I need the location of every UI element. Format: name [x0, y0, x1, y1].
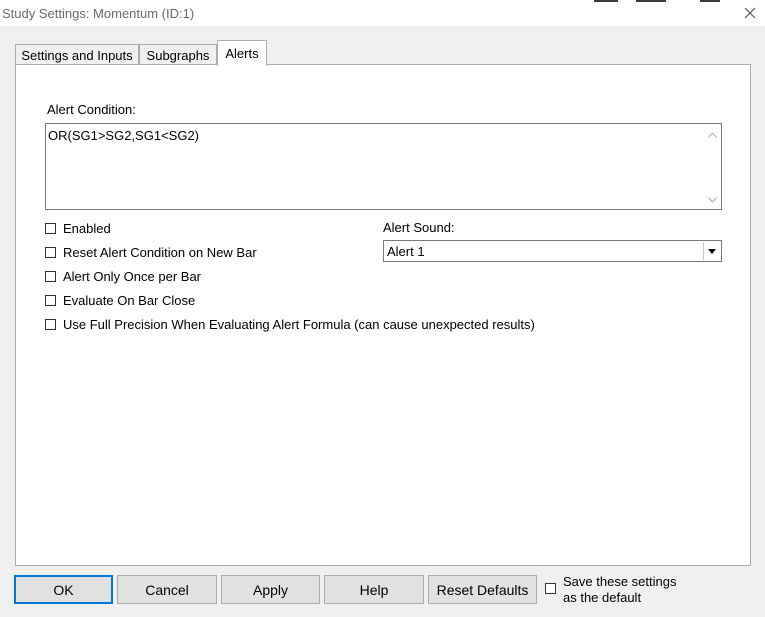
- full-precision-checkbox[interactable]: [45, 318, 56, 330]
- dropdown-arrow-icon: [708, 248, 716, 254]
- window-title: Study Settings: Momentum (ID:1): [2, 6, 195, 21]
- window-edge-mark: [700, 0, 720, 2]
- enabled-label: Enabled: [63, 220, 111, 236]
- close-icon: [744, 7, 756, 19]
- save-default-checkbox[interactable]: [545, 583, 556, 594]
- tab-label: Subgraphs: [146, 47, 210, 63]
- save-default-label-line1: Save these settings: [563, 574, 677, 589]
- save-default-label: Save these settings as the default: [563, 574, 676, 606]
- reset-alert-condition-label: Reset Alert Condition on New Bar: [63, 244, 257, 260]
- enabled-checkbox-row[interactable]: Enabled: [45, 219, 111, 237]
- vertical-scrollbar[interactable]: [704, 124, 721, 209]
- reset-defaults-button[interactable]: Reset Defaults: [428, 575, 537, 604]
- evaluate-on-bar-close-label: Evaluate On Bar Close: [63, 292, 196, 308]
- help-button[interactable]: Help: [324, 575, 424, 604]
- evaluate-on-bar-close-checkbox-row[interactable]: Evaluate On Bar Close: [45, 291, 195, 309]
- alert-sound-label: Alert Sound:: [383, 220, 455, 235]
- ok-button[interactable]: OK: [14, 575, 113, 604]
- tab-alerts[interactable]: Alerts: [217, 40, 267, 66]
- tab-settings-and-inputs[interactable]: Settings and Inputs: [15, 44, 139, 65]
- alert-once-per-bar-label: Alert Only Once per Bar: [63, 268, 201, 284]
- alert-sound-select[interactable]: Alert 1: [383, 240, 722, 262]
- tab-subgraphs[interactable]: Subgraphs: [139, 44, 217, 65]
- alert-once-per-bar-checkbox-row[interactable]: Alert Only Once per Bar: [45, 267, 201, 285]
- reset-alert-condition-checkbox-row[interactable]: Reset Alert Condition on New Bar: [45, 243, 257, 261]
- full-precision-checkbox-row[interactable]: Use Full Precision When Evaluating Alert…: [45, 315, 535, 333]
- close-button[interactable]: [738, 3, 762, 23]
- alert-sound-value: Alert 1: [387, 244, 425, 259]
- apply-button[interactable]: Apply: [221, 575, 320, 604]
- alert-once-per-bar-checkbox[interactable]: [45, 270, 56, 282]
- reset-alert-condition-checkbox[interactable]: [45, 246, 56, 258]
- evaluate-on-bar-close-checkbox[interactable]: [45, 294, 56, 306]
- alert-condition-textarea[interactable]: OR(SG1>SG2,SG1<SG2): [45, 123, 722, 210]
- tab-label: Settings and Inputs: [21, 47, 133, 63]
- window-edge-mark: [594, 0, 618, 2]
- window-edge-mark: [636, 0, 666, 2]
- alert-sound-dropdown-button[interactable]: [703, 242, 720, 260]
- alert-condition-label: Alert Condition:: [47, 102, 136, 117]
- chevron-down-icon: [708, 196, 717, 203]
- save-default-label-line2: as the default: [563, 590, 642, 605]
- scroll-down-button[interactable]: [704, 191, 721, 208]
- enabled-checkbox[interactable]: [45, 222, 56, 234]
- full-precision-label: Use Full Precision When Evaluating Alert…: [63, 316, 535, 332]
- title-bar: Study Settings: Momentum (ID:1): [0, 0, 765, 26]
- tab-label: Alerts: [225, 46, 259, 61]
- chevron-up-icon: [708, 131, 717, 138]
- scroll-up-button[interactable]: [704, 126, 721, 143]
- cancel-button[interactable]: Cancel: [117, 575, 217, 604]
- alert-condition-text: OR(SG1>SG2,SG1<SG2): [48, 128, 200, 143]
